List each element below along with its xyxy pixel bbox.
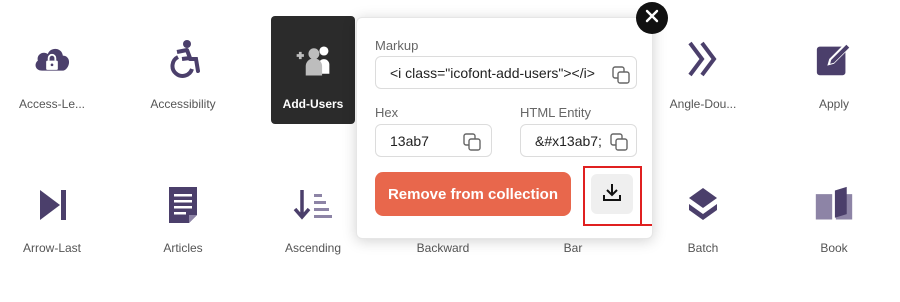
copy-markup-icon[interactable] (612, 66, 630, 84)
copy-entity-icon[interactable] (610, 133, 628, 151)
book-icon (814, 184, 854, 226)
icon-tile-label: Book (820, 241, 848, 255)
icon-tile-book[interactable]: Book (792, 0, 876, 255)
icon-tile-label: Bar (563, 241, 583, 255)
hex-label: Hex (375, 105, 399, 120)
remove-from-collection-button[interactable]: Remove from collection (375, 172, 571, 216)
icon-tile-label: Ascending (284, 241, 342, 255)
copy-hex-icon[interactable] (463, 133, 481, 151)
markup-value: <i class="icofont-add-users"></i> (390, 64, 595, 81)
icon-tile-label: Backward (416, 241, 470, 255)
entity-label: HTML Entity (520, 105, 592, 120)
batch-icon (683, 184, 723, 226)
icon-tile-articles[interactable]: Articles (141, 0, 225, 255)
icon-tile-label: Batch (687, 241, 719, 255)
hex-value: 13ab7 (390, 132, 429, 149)
entity-value: &#x13ab7; (535, 132, 602, 149)
close-icon (645, 9, 659, 28)
icon-tile-ascending[interactable]: Ascending (271, 0, 355, 255)
articles-icon (163, 184, 203, 226)
icon-tile-batch[interactable]: Batch (661, 0, 745, 255)
arrow-last-icon (32, 184, 72, 226)
icon-tile-label: Arrow-Last (22, 241, 81, 255)
markup-field[interactable]: <i class="icofont-add-users"></i> (375, 56, 637, 89)
markup-label: Markup (375, 38, 419, 53)
highlight-tail (640, 224, 652, 226)
ascending-icon (293, 184, 333, 226)
close-popup-button[interactable] (636, 2, 668, 34)
download-highlight-box (583, 166, 642, 226)
icon-tile-arrow-last[interactable]: Arrow-Last (10, 0, 94, 255)
icon-tile-label: Articles (163, 241, 203, 255)
